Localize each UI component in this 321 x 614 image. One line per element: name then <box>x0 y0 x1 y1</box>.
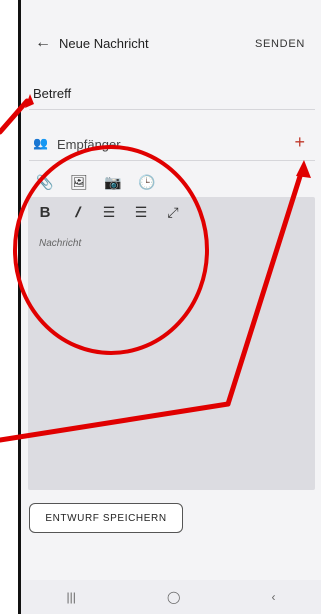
unordered-list-icon[interactable]: ☰ <box>131 202 151 222</box>
back-icon[interactable]: ‹ <box>271 590 275 604</box>
save-draft-button[interactable]: ENTWURF SPEICHERN <box>29 503 183 533</box>
subject-divider <box>29 109 315 110</box>
app-header: ← Neue Nachricht SENDEN <box>21 0 321 88</box>
ordered-list-icon[interactable]: ☰ <box>99 202 119 222</box>
attach-icon[interactable]: 📎 <box>35 172 55 192</box>
recent-apps-icon[interactable]: ||| <box>67 590 76 604</box>
screenshot-frame: ← Neue Nachricht SENDEN Betreff 👥 Empfän… <box>0 0 321 614</box>
camera-icon[interactable]: 📷 <box>103 172 123 192</box>
recipients-icon: 👥 <box>33 136 48 150</box>
phone-screen: ← Neue Nachricht SENDEN Betreff 👥 Empfän… <box>18 0 321 614</box>
message-placeholder: Nachricht <box>39 238 82 249</box>
fullscreen-icon[interactable]: ⤢ <box>163 202 183 222</box>
attachment-toolbar: 📎 🖼 📷 🕒 <box>35 172 157 192</box>
back-arrow-icon[interactable]: ← <box>35 34 51 52</box>
add-recipient-button[interactable]: + <box>294 132 305 153</box>
page-title: Neue Nachricht <box>59 36 149 51</box>
italic-icon[interactable]: 𝐼 <box>67 202 87 222</box>
format-toolbar: B 𝐼 ☰ ☰ ⤢ <box>35 202 183 222</box>
image-icon[interactable]: 🖼 <box>69 172 89 192</box>
send-button[interactable]: SENDEN <box>255 38 305 50</box>
recipients-divider <box>29 160 315 161</box>
recipients-label[interactable]: Empfänger <box>57 137 121 152</box>
bold-icon[interactable]: B <box>35 202 55 222</box>
clock-icon[interactable]: 🕒 <box>137 172 157 192</box>
home-icon[interactable]: ◯ <box>167 590 180 604</box>
android-navbar: ||| ◯ ‹ <box>21 580 321 614</box>
subject-input[interactable]: Betreff <box>33 86 71 101</box>
